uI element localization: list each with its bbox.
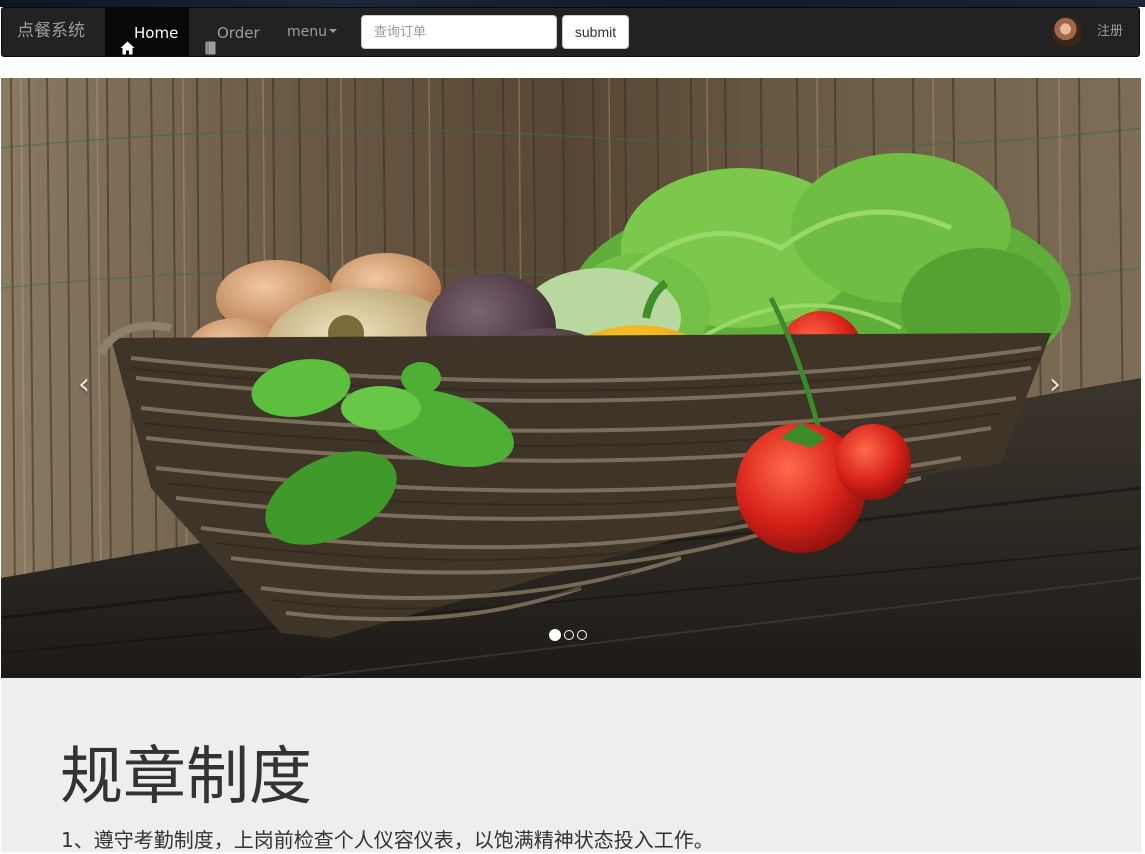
jumbotron: 规章制度 1、遵守考勤制度，上岗前检查个人仪容仪表，以饱满精神状态投入工作。 (1, 678, 1141, 852)
carousel-prev-control[interactable]: ‹ (1, 78, 181, 678)
carousel-indicator[interactable] (549, 629, 561, 641)
jumbotron-title: 规章制度 (60, 740, 312, 813)
navbar-brand[interactable]: 点餐系统 (17, 8, 85, 56)
nav-item-order[interactable]: Order (204, 8, 266, 56)
nav-item-order-label: Order (217, 24, 260, 42)
submit-button[interactable]: submit (562, 15, 629, 49)
menu-dropdown-label: menu (287, 24, 327, 40)
image-carousel: ‹ › (1, 78, 1141, 678)
register-link[interactable]: 注册 (1097, 8, 1123, 56)
jumbotron-text: 1、遵守考勤制度，上岗前检查个人仪容仪表，以饱满精神状态投入工作。 (61, 828, 714, 852)
chevron-left-icon: ‹ (78, 367, 90, 402)
carousel-indicator[interactable] (577, 630, 587, 640)
nav-item-home-label: Home (134, 24, 179, 42)
top-background-strip (0, 0, 1145, 7)
caret-down-icon (329, 29, 337, 33)
home-icon (120, 25, 135, 75)
nav-item-home[interactable]: Home (105, 8, 189, 56)
search-order-input[interactable] (361, 15, 557, 49)
chevron-right-icon: › (1049, 367, 1061, 402)
carousel-indicator[interactable] (564, 630, 574, 640)
menu-dropdown-toggle[interactable]: menu (287, 8, 347, 56)
navbar: 点餐系统 Home Order menu submit 注册 (1, 7, 1140, 57)
carousel-indicators (549, 629, 587, 642)
user-avatar[interactable] (1052, 17, 1082, 47)
book-icon (205, 25, 216, 75)
carousel-next-control[interactable]: › (961, 78, 1141, 678)
